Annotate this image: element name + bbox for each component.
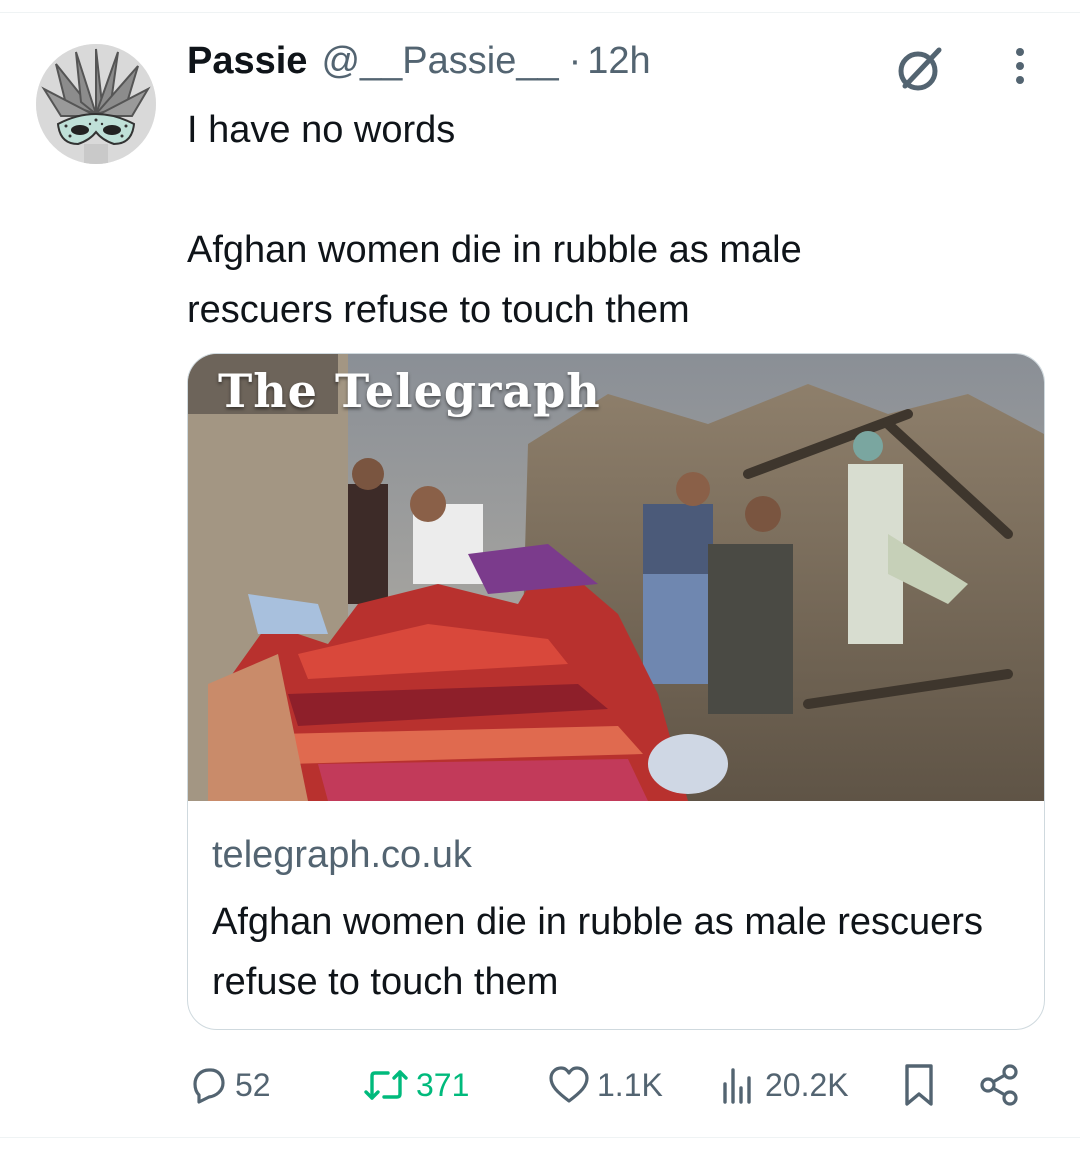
- like-count: 1.1K: [597, 1066, 663, 1103]
- bottom-divider: [0, 1137, 1080, 1138]
- card-masthead: The Telegraph: [218, 364, 601, 418]
- more-icon[interactable]: [1000, 44, 1040, 92]
- action-bar: 52 371 1.1K 20.2K: [187, 1060, 1047, 1110]
- timestamp[interactable]: 12h: [587, 40, 650, 83]
- separator-dot: ·: [568, 40, 582, 82]
- bookmark-button[interactable]: [899, 1060, 939, 1110]
- reply-icon: [187, 1064, 229, 1106]
- views-count: 20.2K: [765, 1066, 849, 1103]
- share-button[interactable]: [977, 1060, 1021, 1110]
- avatar[interactable]: [36, 44, 156, 164]
- card-domain[interactable]: telegraph.co.uk: [212, 834, 472, 877]
- reply-button[interactable]: 52: [187, 1060, 271, 1110]
- tweet-text-line: I have no words: [187, 109, 456, 151]
- card-image[interactable]: The Telegraph: [188, 354, 1044, 801]
- share-icon: [977, 1063, 1021, 1107]
- retweet-icon: [362, 1064, 410, 1106]
- display-name[interactable]: Passie: [187, 40, 307, 83]
- like-icon: [547, 1064, 591, 1106]
- views-button[interactable]: 20.2K: [717, 1060, 849, 1110]
- user-handle[interactable]: @__Passie__: [321, 40, 558, 83]
- link-card[interactable]: The Telegraph telegraph.co.uk Afghan wom…: [187, 353, 1045, 1030]
- tweet-text-headline: Afghan women die in rubble as male rescu…: [187, 229, 802, 331]
- bookmark-icon: [899, 1062, 939, 1108]
- retweet-button[interactable]: 371: [362, 1060, 469, 1110]
- views-icon: [717, 1064, 759, 1106]
- card-title[interactable]: Afghan women die in rubble as male rescu…: [212, 892, 1012, 1012]
- tweet-header: Passie @__Passie__ · 12h: [187, 40, 651, 90]
- grok-icon[interactable]: [893, 42, 947, 96]
- reply-count: 52: [235, 1066, 271, 1103]
- top-divider: [0, 12, 1080, 13]
- retweet-count: 371: [416, 1066, 470, 1103]
- tweet-text: I have no words Afghan women die in rubb…: [187, 100, 1047, 340]
- like-button[interactable]: 1.1K: [547, 1060, 663, 1110]
